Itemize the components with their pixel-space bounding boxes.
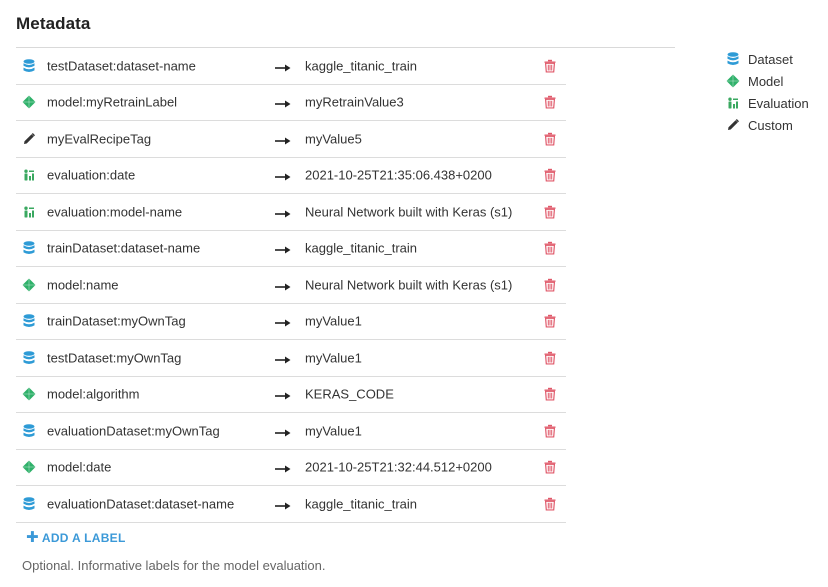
label-key: myEvalRecipeTag xyxy=(47,131,152,147)
label-value: myValue1 xyxy=(305,313,362,329)
trash-icon[interactable] xyxy=(544,278,556,292)
legend-label: Custom xyxy=(748,118,793,133)
metadata-row: myEvalRecipeTag myValue5 xyxy=(16,121,566,158)
diamond-icon xyxy=(22,278,36,292)
trash-icon[interactable] xyxy=(544,388,556,401)
trash-icon[interactable] xyxy=(544,242,556,255)
trash-icon[interactable] xyxy=(544,424,556,438)
trash-icon[interactable] xyxy=(544,315,556,328)
arrow-right-icon xyxy=(275,61,291,72)
diamond-icon xyxy=(726,74,740,88)
trash-icon[interactable] xyxy=(544,169,556,182)
metadata-row: trainDataset:myOwnTag myValue1 xyxy=(16,304,566,340)
trash-icon[interactable] xyxy=(544,497,556,511)
database-icon xyxy=(22,241,36,255)
label-value: myValue1 xyxy=(305,423,362,439)
database-icon xyxy=(22,496,36,511)
arrow-right-icon xyxy=(275,207,291,218)
arrow-right-icon xyxy=(275,316,291,327)
metadata-table: testDataset:dataset-name kaggle_titanic_… xyxy=(16,48,566,523)
label-key: model:name xyxy=(47,277,119,293)
arrow-right-icon xyxy=(275,97,291,108)
label-key: model:algorithm xyxy=(47,386,140,402)
label-key: model:myRetrainLabel xyxy=(47,94,178,110)
arrow-right-icon xyxy=(275,462,291,473)
label-value: kaggle_titanic_train xyxy=(305,58,418,74)
metadata-row: evaluationDataset:dataset-name kaggle_ti… xyxy=(16,486,566,523)
trash-icon[interactable] xyxy=(544,132,556,146)
evaluation-icon xyxy=(22,205,36,219)
diamond-icon xyxy=(22,460,36,474)
arrow-right-icon xyxy=(275,280,291,291)
arrow-right-icon xyxy=(275,170,291,181)
database-icon xyxy=(22,350,36,365)
label-key: testDataset:dataset-name xyxy=(47,58,196,74)
trash-icon[interactable] xyxy=(544,351,556,365)
label-key: evaluation:date xyxy=(47,167,136,183)
metadata-row: testDataset:myOwnTag myValue1 xyxy=(16,340,566,377)
database-icon xyxy=(22,423,36,438)
plus-icon: ✚ xyxy=(26,529,39,546)
label-value: myValue1 xyxy=(305,350,362,366)
pencil-icon xyxy=(22,132,36,146)
metadata-row: model:algorithm KERAS_CODE xyxy=(16,377,566,413)
label-key: evaluation:model-name xyxy=(47,204,183,220)
help-text: Optional. Informative labels for the mod… xyxy=(22,558,326,573)
metadata-row: model:name Neural Network built with Ker… xyxy=(16,267,566,304)
label-key: model:date xyxy=(47,459,112,475)
pencil-icon xyxy=(726,118,740,132)
legend-label: Model xyxy=(748,74,784,89)
label-value: Neural Network built with Keras (s1) xyxy=(305,277,513,293)
metadata-row: model:date 2021-10-25T21:32:44.512+0200 xyxy=(16,450,566,486)
diamond-icon xyxy=(22,95,36,109)
label-value: KERAS_CODE xyxy=(305,386,394,402)
metadata-row: model:myRetrainLabel myRetrainValue3 xyxy=(16,85,566,121)
label-value: 2021-10-25T21:32:44.512+0200 xyxy=(305,459,492,475)
arrow-right-icon xyxy=(275,389,291,400)
metadata-row: testDataset:dataset-name kaggle_titanic_… xyxy=(16,48,566,85)
database-icon xyxy=(22,58,36,73)
arrow-right-icon xyxy=(275,243,291,254)
trash-icon[interactable] xyxy=(544,96,556,109)
arrow-right-icon xyxy=(275,134,291,145)
label-value: 2021-10-25T21:35:06.438+0200 xyxy=(305,167,492,183)
section-title: Metadata xyxy=(16,14,91,33)
label-value: Neural Network built with Keras (s1) xyxy=(305,204,513,220)
label-value: myValue5 xyxy=(305,131,362,147)
database-icon xyxy=(726,52,740,66)
add-label-button[interactable]: ✚ ADD A LABEL xyxy=(26,529,126,546)
add-label-text: ADD A LABEL xyxy=(41,531,126,545)
metadata-row: trainDataset:dataset-name kaggle_titanic… xyxy=(16,231,566,267)
legend-label: Dataset xyxy=(748,52,793,67)
arrow-right-icon xyxy=(275,499,291,510)
legend-label: Evaluation xyxy=(748,96,809,111)
label-value: kaggle_titanic_train xyxy=(305,496,418,512)
trash-icon[interactable] xyxy=(544,205,556,219)
label-key: evaluationDataset:dataset-name xyxy=(47,496,235,512)
arrow-right-icon xyxy=(275,353,291,364)
label-key: testDataset:myOwnTag xyxy=(47,350,182,366)
label-value: kaggle_titanic_train xyxy=(305,240,418,256)
label-key: trainDataset:dataset-name xyxy=(47,240,201,256)
metadata-row: evaluationDataset:myOwnTag myValue1 xyxy=(16,413,566,450)
metadata-row: evaluation:date 2021-10-25T21:35:06.438+… xyxy=(16,158,566,194)
metadata-row: evaluation:model-name Neural Network bui… xyxy=(16,194,566,231)
arrow-right-icon xyxy=(275,426,291,437)
trash-icon[interactable] xyxy=(544,461,556,474)
database-icon xyxy=(22,314,36,328)
evaluation-icon xyxy=(726,96,740,110)
diamond-icon xyxy=(22,387,36,401)
evaluation-icon xyxy=(22,168,36,182)
label-value: myRetrainValue3 xyxy=(305,94,404,110)
label-key: trainDataset:myOwnTag xyxy=(47,313,186,329)
label-key: evaluationDataset:myOwnTag xyxy=(47,423,220,439)
trash-icon[interactable] xyxy=(544,59,556,73)
